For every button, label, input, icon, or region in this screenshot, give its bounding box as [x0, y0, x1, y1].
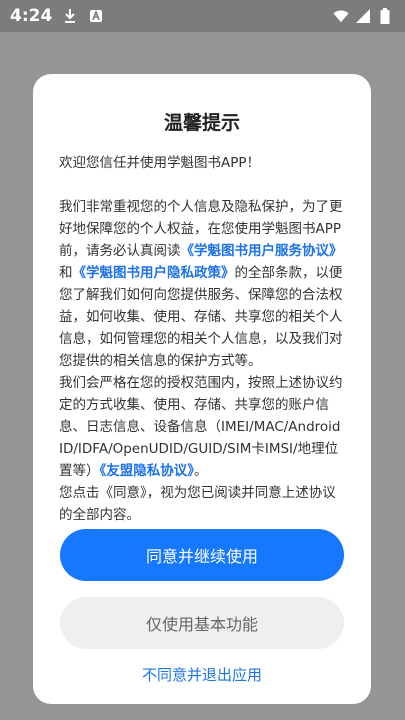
wifi-icon	[333, 8, 349, 24]
service-agreement-link[interactable]: 《学魁图书用户服务协议》	[181, 243, 343, 259]
status-bar: 4:24	[0, 0, 405, 32]
dialog-content[interactable]: 欢迎您信任并使用学魁图书APP！ 我们非常重视您的个人信息及隐私保护，为了更好地…	[59, 152, 347, 577]
notification-a-icon	[88, 8, 104, 24]
privacy-dialog: 温馨提示 欢迎您信任并使用学魁图书APP！ 我们非常重视您的个人信息及隐私保护，…	[33, 74, 371, 704]
dialog-title: 温馨提示	[163, 112, 240, 134]
para1-text-and: 和	[59, 265, 73, 281]
privacy-paragraph-1: 我们非常重视您的个人信息及隐私保护，为了更好地保障您的个人权益，在您使用学魁图书…	[59, 196, 347, 372]
download-icon	[62, 8, 78, 24]
welcome-text: 欢迎您信任并使用学魁图书APP！	[59, 155, 261, 171]
privacy-paragraph-2: 我们会严格在您的授权范围内，按照上述协议约定的方式收集、使用、存储、共享您的账户…	[59, 372, 347, 482]
umeng-privacy-link[interactable]: 《友盟隐私协议》	[100, 463, 195, 479]
status-time: 4:24	[10, 6, 53, 26]
privacy-policy-link[interactable]: 《学魁图书用户隐私政策》	[73, 265, 235, 281]
agree-continue-button[interactable]: 同意并继续使用	[60, 529, 344, 581]
battery-icon	[377, 8, 393, 24]
privacy-paragraph-3: 您点击《同意》，视为您已阅读并同意上述协议的全部内容。	[59, 485, 336, 523]
disagree-exit-button[interactable]: 不同意并退出应用	[33, 664, 371, 685]
para2-text-post: 。	[194, 463, 208, 479]
signal-icon	[355, 8, 371, 24]
basic-function-button[interactable]: 仅使用基本功能	[60, 597, 344, 649]
